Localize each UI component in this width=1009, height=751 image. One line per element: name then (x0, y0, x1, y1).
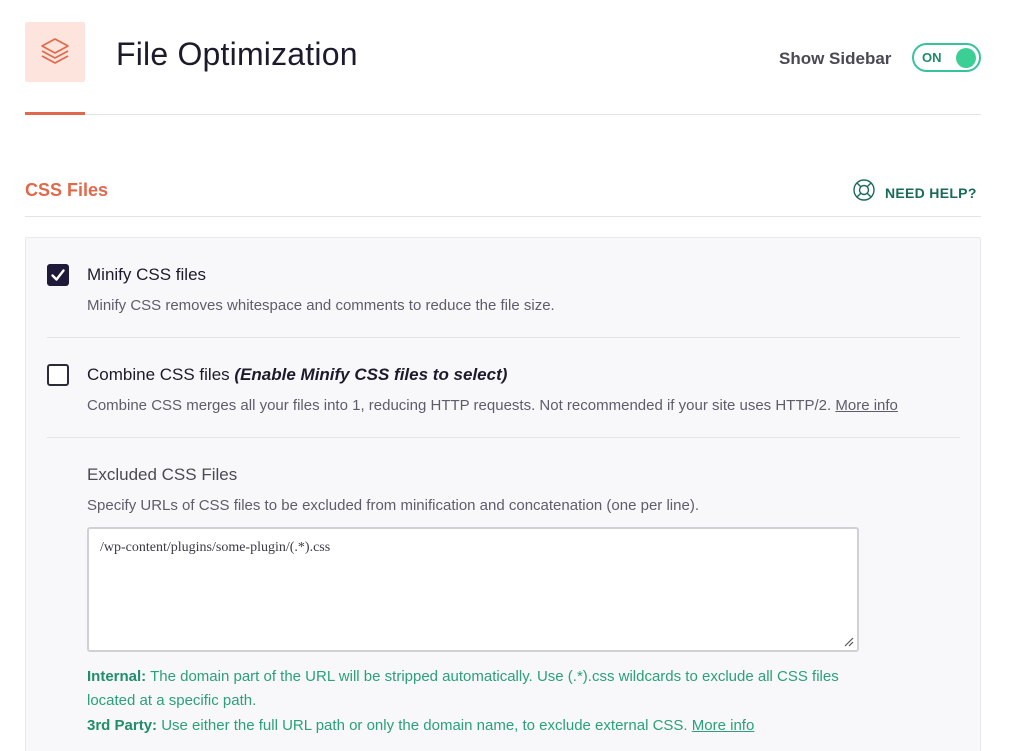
combine-more-info-link[interactable]: More info (835, 397, 898, 414)
page-title: File Optimization (116, 36, 358, 72)
third-party-note-text: Use either the full URL path or only the… (161, 717, 688, 734)
toggle-state-label: ON (922, 50, 942, 65)
internal-note-text: The domain part of the URL will be strip… (87, 668, 839, 709)
toggle-knob (956, 47, 976, 68)
section-divider (25, 216, 981, 217)
active-tab-indicator (25, 112, 85, 115)
lifebuoy-icon (852, 178, 876, 207)
combine-css-description-row: Combine CSS merges all your files into 1… (87, 397, 898, 414)
third-party-more-info-link[interactable]: More info (692, 717, 755, 734)
section-title: CSS Files (25, 180, 109, 200)
internal-note: Internal: The domain part of the URL wil… (87, 665, 867, 713)
excluded-css-title: Excluded CSS Files (87, 465, 238, 484)
excluded-css-textarea[interactable]: /wp-content/plugins/some-plugin/(.*).css (87, 527, 859, 652)
minify-css-checkbox[interactable] (47, 264, 69, 286)
minify-css-description: Minify CSS removes whitespace and commen… (87, 297, 555, 314)
checkmark-icon (51, 269, 65, 281)
page-header: File Optimization Show Sidebar ON (25, 0, 981, 115)
internal-note-label: Internal: (87, 668, 147, 685)
resize-grip-icon[interactable] (844, 637, 854, 647)
show-sidebar-toggle[interactable]: ON (912, 43, 981, 72)
css-settings-panel: Minify CSS files Minify CSS removes whit… (25, 237, 981, 751)
combine-css-title: Combine CSS files (Enable Minify CSS fil… (87, 365, 507, 385)
combine-css-description: Combine CSS merges all your files into 1… (87, 397, 832, 414)
combine-css-checkbox[interactable] (47, 364, 69, 386)
option-divider (47, 437, 960, 438)
minify-css-label[interactable]: Minify CSS files (87, 265, 206, 285)
excluded-css-description: Specify URLs of CSS files to be excluded… (87, 497, 699, 514)
option-divider (47, 337, 960, 338)
combine-css-hint: (Enable Minify CSS files to select) (234, 365, 508, 384)
need-help-label: NEED HELP? (885, 184, 977, 201)
third-party-note: 3rd Party: Use either the full URL path … (87, 714, 867, 738)
layers-icon (25, 22, 85, 82)
third-party-note-label: 3rd Party: (87, 717, 158, 734)
combine-css-label[interactable]: Combine CSS files (87, 365, 230, 384)
need-help-link[interactable]: NEED HELP? (852, 178, 977, 207)
show-sidebar-label: Show Sidebar (779, 49, 892, 68)
